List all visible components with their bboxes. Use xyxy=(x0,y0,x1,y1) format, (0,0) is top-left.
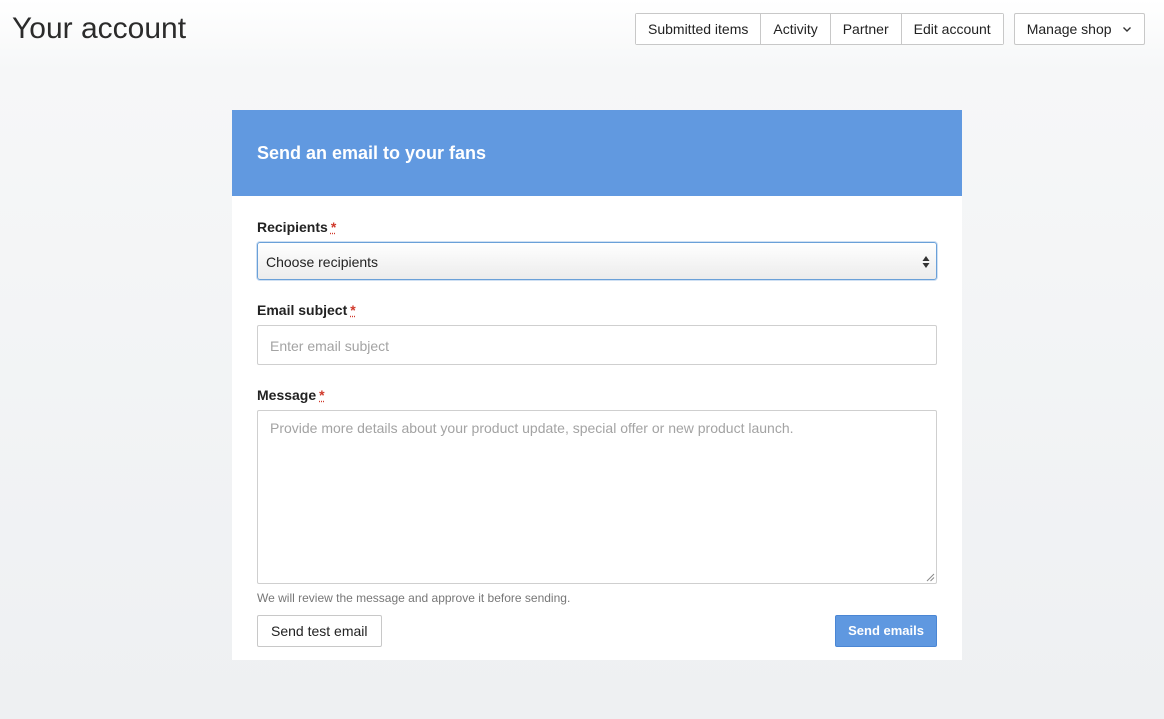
card-header: Send an email to your fans xyxy=(232,110,962,196)
account-nav-group: Submitted items Activity Partner Edit ac… xyxy=(635,13,1004,45)
resize-grip-icon[interactable] xyxy=(926,573,935,582)
required-marker: * xyxy=(319,387,325,403)
send-test-email-button[interactable]: Send test email xyxy=(257,615,382,647)
nav-submitted-items[interactable]: Submitted items xyxy=(636,14,762,44)
subject-label-text: Email subject xyxy=(257,302,348,318)
manage-shop-dropdown[interactable]: Manage shop xyxy=(1013,13,1145,45)
review-help-text: We will review the message and approve i… xyxy=(257,591,571,605)
page-title: Your account xyxy=(12,12,187,45)
nav-partner[interactable]: Partner xyxy=(830,14,902,44)
message-label: Message * xyxy=(257,386,937,404)
nav-edit-account[interactable]: Edit account xyxy=(901,14,1003,44)
form-actions: Send test email Send emails xyxy=(257,615,937,647)
manage-shop-label: Manage shop xyxy=(1026,21,1112,37)
recipients-label: Recipients * xyxy=(257,218,937,236)
recipients-label-text: Recipients xyxy=(257,219,328,235)
select-arrows-icon xyxy=(922,256,930,268)
required-marker: * xyxy=(350,302,356,318)
recipients-select[interactable]: Choose recipients xyxy=(257,242,937,280)
chevron-down-icon xyxy=(1122,27,1131,32)
email-fans-card: Send an email to your fans Recipients * C… xyxy=(232,110,962,660)
card-body: Recipients * Choose recipients Email subj… xyxy=(232,196,962,647)
required-marker: * xyxy=(330,219,337,235)
subject-label: Email subject * xyxy=(257,301,937,319)
message-label-text: Message xyxy=(257,387,317,403)
message-placeholder: Provide more details about your product … xyxy=(270,420,794,436)
message-textarea[interactable]: Provide more details about your product … xyxy=(257,410,937,584)
nav-activity[interactable]: Activity xyxy=(761,14,831,44)
recipients-select-value: Choose recipients xyxy=(266,254,379,270)
account-nav: Submitted items Activity Partner Edit ac… xyxy=(635,13,1145,45)
email-subject-input[interactable]: Enter email subject xyxy=(257,325,937,365)
send-emails-button[interactable]: Send emails xyxy=(835,615,937,647)
